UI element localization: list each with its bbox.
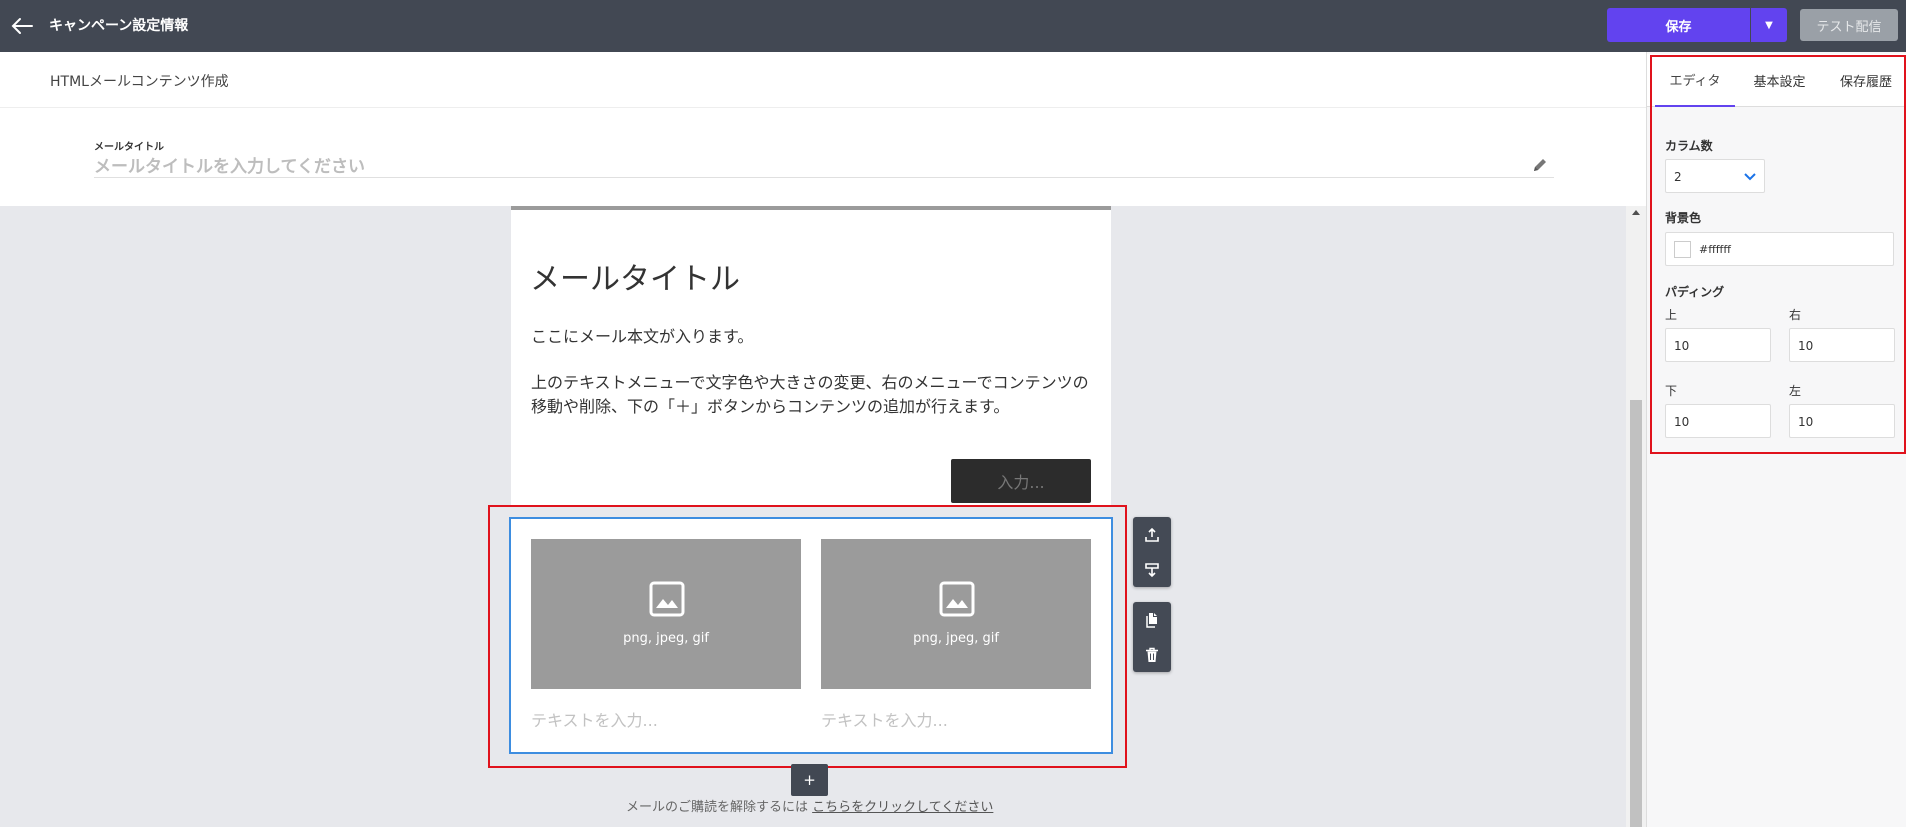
- duplicate-button[interactable]: [1133, 602, 1171, 637]
- trash-icon: [1146, 647, 1158, 662]
- email-body-line1[interactable]: ここにメール本文が入ります。: [531, 323, 753, 347]
- scroll-up-arrow[interactable]: [1632, 210, 1640, 215]
- app-title: キャンペーン設定情報: [49, 18, 189, 34]
- top-bar: キャンペーン設定情報 保存 ▼ テスト配信: [0, 0, 1906, 52]
- back-arrow-icon[interactable]: [8, 12, 36, 40]
- move-tools: [1133, 517, 1171, 587]
- panel-selection-highlight: [1650, 55, 1906, 454]
- unsubscribe-footer: メールのご購読を解除するには こちらをクリックしてください: [626, 796, 993, 815]
- unsubscribe-text: メールのご購読を解除するには: [626, 800, 813, 815]
- save-button[interactable]: 保存: [1607, 8, 1750, 42]
- two-column-block[interactable]: png, jpeg, gif png, jpeg, gif テキストを入力...…: [509, 517, 1113, 754]
- mail-title-label: メールタイトル: [94, 142, 164, 153]
- mail-title-area: メールタイトル メールタイトルを入力してください: [0, 108, 1646, 206]
- unsubscribe-link[interactable]: こちらをクリックしてください: [812, 800, 993, 815]
- add-content-button[interactable]: +: [791, 764, 828, 796]
- image-icon: [649, 581, 685, 617]
- move-down-button[interactable]: [1133, 552, 1171, 587]
- content-header: HTMLメールコンテンツ作成: [0, 52, 1646, 108]
- image-format-text: png, jpeg, gif: [913, 631, 999, 646]
- column-text-input-left[interactable]: テキストを入力...: [531, 707, 658, 731]
- scroll-thumb[interactable]: [1630, 400, 1642, 827]
- edit-tools: [1133, 602, 1171, 672]
- canvas-scrollbar[interactable]: [1626, 206, 1646, 827]
- image-format-text: png, jpeg, gif: [623, 631, 709, 646]
- save-options-button[interactable]: ▼: [1751, 8, 1787, 42]
- column-text-input-right[interactable]: テキストを入力...: [821, 707, 948, 731]
- delete-button[interactable]: [1133, 637, 1171, 672]
- page-title: HTMLメールコンテンツ作成: [50, 74, 229, 90]
- email-heading[interactable]: メールタイトル: [530, 254, 740, 298]
- move-down-icon: [1145, 562, 1159, 577]
- image-placeholder-right[interactable]: png, jpeg, gif: [821, 539, 1091, 689]
- test-send-button[interactable]: テスト配信: [1800, 9, 1898, 41]
- email-body-line2[interactable]: 上のテキストメニューで文字色や大きさの変更、右のメニューでコンテンツの移動や削除…: [531, 371, 1096, 419]
- email-cta-button[interactable]: 入力...: [951, 459, 1091, 503]
- image-placeholder-left[interactable]: png, jpeg, gif: [531, 539, 801, 689]
- move-up-button[interactable]: [1133, 517, 1171, 552]
- move-up-icon: [1145, 527, 1159, 542]
- email-text-block[interactable]: メールタイトル ここにメール本文が入ります。 上のテキストメニューで文字色や大き…: [511, 206, 1111, 506]
- copy-icon: [1146, 612, 1157, 628]
- image-icon: [939, 581, 975, 617]
- dropdown-caret-icon: ▼: [1765, 19, 1773, 31]
- pencil-icon[interactable]: [1530, 155, 1550, 175]
- mail-title-input[interactable]: メールタイトルを入力してください: [94, 152, 1554, 178]
